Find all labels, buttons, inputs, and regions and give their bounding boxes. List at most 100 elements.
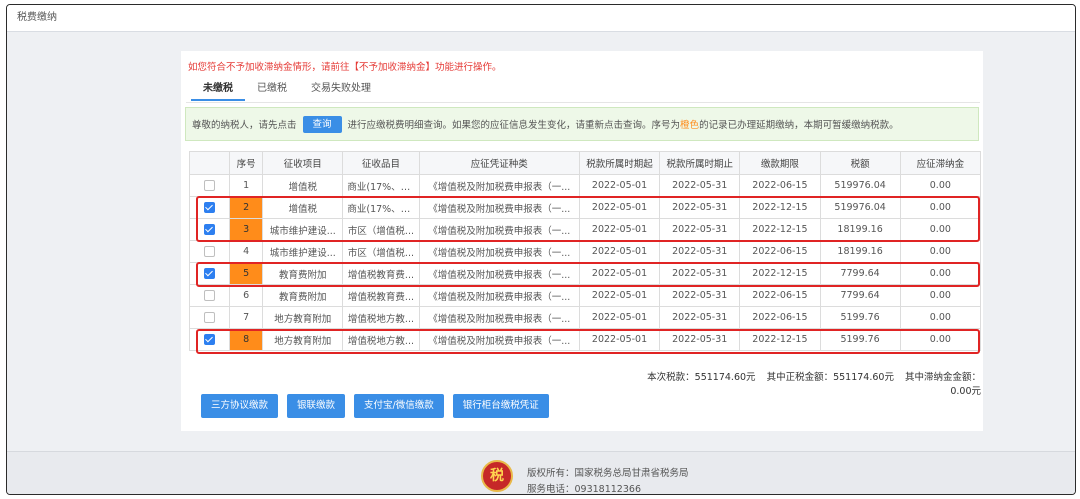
cell-item: 地方教育附加 xyxy=(262,306,344,329)
cell-seq: 5 xyxy=(229,262,264,285)
cell-period-start: 2022-05-01 xyxy=(578,174,661,197)
cell-sub-item: 市区（增值税... xyxy=(342,218,420,241)
cell-seq: 3 xyxy=(229,218,264,241)
copyright-text: 版权所有：国家税务总局甘肃省税务局 xyxy=(527,468,689,479)
cell-tax: 5199.76 xyxy=(819,306,901,329)
row-checkbox[interactable] xyxy=(204,268,216,279)
cell-deadline: 2022-12-15 xyxy=(739,196,821,219)
cell-late-fee: 0.00 xyxy=(899,240,982,263)
row-checkbox[interactable] xyxy=(204,202,216,213)
cell-sub-item: 增值税地方教... xyxy=(342,306,420,329)
unionpay-pay-button[interactable]: 银联缴款 xyxy=(287,394,346,418)
cell-item: 增值税 xyxy=(262,196,344,219)
row-checkbox[interactable] xyxy=(204,180,216,191)
cell-tax: 519976.04 xyxy=(819,196,901,219)
cell-period-start: 2022-05-01 xyxy=(578,328,661,351)
row-checkbox[interactable] xyxy=(204,290,216,301)
cell-period-end: 2022-05-31 xyxy=(659,218,741,241)
header-seq: 序号 xyxy=(229,151,264,175)
cell-period-start: 2022-05-01 xyxy=(578,240,661,263)
cell-seq: 1 xyxy=(229,174,264,197)
row-checkbox[interactable] xyxy=(204,224,216,235)
cell-sub-item: 商业(17%、1... xyxy=(342,196,420,219)
row-checkbox[interactable] xyxy=(204,312,216,323)
cell-item: 教育费附加 xyxy=(262,284,344,307)
cell-select xyxy=(188,196,231,219)
header-select xyxy=(188,151,231,175)
cell-tax: 5199.76 xyxy=(819,328,901,351)
tax-table: 序号 征收项目 征收品目 应征凭证种类 税款所属时期起 税款所属时期止 缴款期限… xyxy=(188,151,982,351)
cell-voucher: 《增值税及附加税费申报表（一... xyxy=(418,196,580,219)
table-row[interactable]: 3 城市维护建设... 市区（增值税... 《增值税及附加税费申报表（一... 2022… xyxy=(188,218,982,241)
cell-voucher: 《增值税及附加税费申报表（一... xyxy=(418,328,580,351)
payment-buttons: 三方协议缴款 银联缴款 支付宝/微信缴款 银行柜台缴税凭证 xyxy=(201,394,549,418)
cell-period-end: 2022-05-31 xyxy=(659,328,741,351)
alipay-wechat-pay-button[interactable]: 支付宝/微信缴款 xyxy=(354,394,444,418)
service-phone: 服务电话：09318112366 xyxy=(527,484,641,495)
cell-tax: 18199.16 xyxy=(819,218,901,241)
cell-period-end: 2022-05-31 xyxy=(659,284,741,307)
cell-late-fee: 0.00 xyxy=(899,196,982,219)
cell-deadline: 2022-12-15 xyxy=(739,262,821,285)
cell-tax: 18199.16 xyxy=(819,240,901,263)
row-checkbox[interactable] xyxy=(204,246,216,257)
notice-highlight-word: 橙色 xyxy=(680,120,700,131)
cell-late-fee: 0.00 xyxy=(899,262,982,285)
bank-counter-voucher-button[interactable]: 银行柜台缴税凭证 xyxy=(452,394,549,418)
table-row[interactable]: 6 教育费附加 增值税教育费... 《增值税及附加税费申报表（一... 2022-05-… xyxy=(188,284,982,307)
cell-late-fee: 0.00 xyxy=(899,328,982,351)
header-period-start: 税款所属时期起 xyxy=(578,151,661,175)
tab-paid[interactable]: 已缴税 xyxy=(245,79,299,99)
totals-bar: 本次税款：551174.60元 其中正税金额：551174.60元 其中滞纳金金… xyxy=(621,369,981,397)
cell-sub-item: 商业(17%、1... xyxy=(342,174,420,197)
cell-select xyxy=(188,174,231,197)
table-row[interactable]: 1 增值税 商业(17%、1... 《增值税及附加税费申报表（一... 2022-05-… xyxy=(188,174,982,197)
cell-late-fee: 0.00 xyxy=(899,306,982,329)
total-principal: 其中正税金额：551174.60元 xyxy=(766,372,894,383)
table-row[interactable]: 4 城市维护建设... 市区（增值税... 《增值税及附加税费申报表（一... 2022… xyxy=(188,240,982,263)
cell-seq: 4 xyxy=(229,240,264,263)
info-notice: 尊敬的纳税人，请先点击 查询 进行应缴税费明细查询。如果您的应征信息发生变化，请… xyxy=(185,107,979,141)
tab-failed-transactions[interactable]: 交易失败处理 xyxy=(299,79,383,99)
late-fee-warning: 如您符合不予加收滞纳金情形，请前往【不予加收滞纳金】功能进行操作。 xyxy=(188,62,502,73)
cell-sub-item: 市区（增值税... xyxy=(342,240,420,263)
header-item: 征收项目 xyxy=(262,151,344,175)
tab-unpaid[interactable]: 未缴税 xyxy=(191,79,245,101)
tripartite-agreement-pay-button[interactable]: 三方协议缴款 xyxy=(201,394,279,418)
table-row[interactable]: 8 地方教育附加 增值税地方教... 《增值税及附加税费申报表（一... 2022-05… xyxy=(188,328,982,351)
tax-bureau-logo-icon: 税 xyxy=(481,460,513,492)
cell-deadline: 2022-06-15 xyxy=(739,240,821,263)
cell-deadline: 2022-12-15 xyxy=(739,328,821,351)
cell-select xyxy=(188,218,231,241)
table-row[interactable]: 7 地方教育附加 增值税地方教... 《增值税及附加税费申报表（一... 2022-05… xyxy=(188,306,982,329)
cell-period-end: 2022-05-31 xyxy=(659,240,741,263)
cell-period-start: 2022-05-01 xyxy=(578,196,661,219)
notice-text-end: 的记录已办理延期缴纳，本期可暂缓缴纳税款。 xyxy=(699,120,899,131)
table-row[interactable]: 5 教育费附加 增值税教育费... 《增值税及附加税费申报表（一... 2022-05-… xyxy=(188,262,982,285)
cell-seq: 8 xyxy=(229,328,264,351)
cell-voucher: 《增值税及附加税费申报表（一... xyxy=(418,240,580,263)
query-button[interactable]: 查询 xyxy=(302,115,342,133)
cell-seq: 6 xyxy=(229,284,264,307)
cell-voucher: 《增值税及附加税费申报表（一... xyxy=(418,284,580,307)
header-voucher: 应征凭证种类 xyxy=(418,151,580,175)
footer: 税 版权所有：国家税务总局甘肃省税务局 服务电话：09318112366 xyxy=(7,451,1075,494)
cell-voucher: 《增值税及附加税费申报表（一... xyxy=(418,218,580,241)
cell-item: 地方教育附加 xyxy=(262,328,344,351)
cell-late-fee: 0.00 xyxy=(899,174,982,197)
row-checkbox[interactable] xyxy=(204,334,216,345)
cell-sub-item: 增值税地方教... xyxy=(342,328,420,351)
cell-sub-item: 增值税教育费... xyxy=(342,284,420,307)
cell-seq: 2 xyxy=(229,196,264,219)
cell-select xyxy=(188,284,231,307)
table-row[interactable]: 2 增值税 商业(17%、1... 《增值税及附加税费申报表（一... 2022-05-… xyxy=(188,196,982,219)
cell-voucher: 《增值税及附加税费申报表（一... xyxy=(418,262,580,285)
footer-info: 版权所有：国家税务总局甘肃省税务局 服务电话：09318112366 xyxy=(527,466,689,495)
cell-period-end: 2022-05-31 xyxy=(659,174,741,197)
main-panel: 如您符合不予加收滞纳金情形，请前往【不予加收滞纳金】功能进行操作。 未缴税 已缴… xyxy=(181,51,983,431)
cell-deadline: 2022-06-15 xyxy=(739,174,821,197)
cell-late-fee: 0.00 xyxy=(899,218,982,241)
table-header-row: 序号 征收项目 征收品目 应征凭证种类 税款所属时期起 税款所属时期止 缴款期限… xyxy=(188,151,982,175)
cell-select xyxy=(188,262,231,285)
cell-tax: 7799.64 xyxy=(819,284,901,307)
